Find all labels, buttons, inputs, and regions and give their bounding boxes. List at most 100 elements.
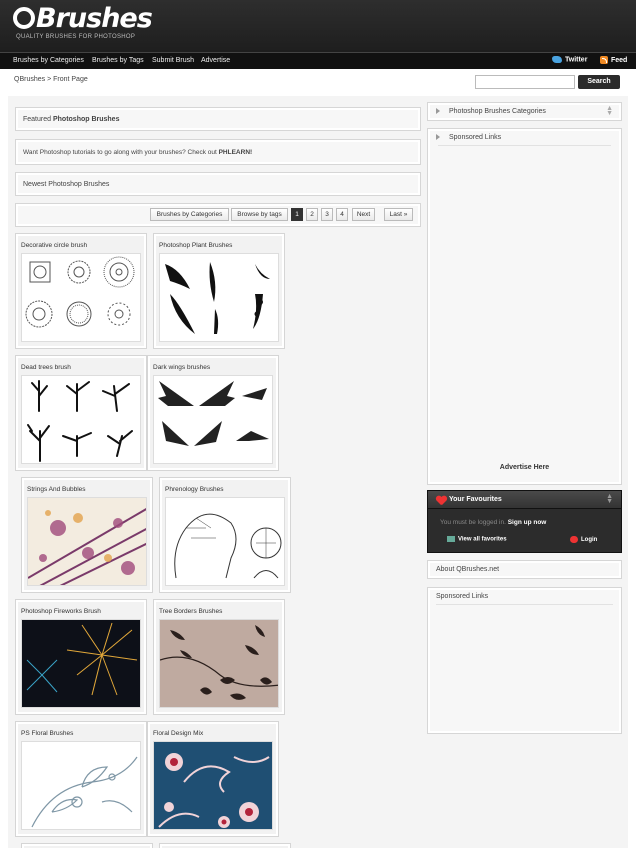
search-button[interactable]: Search [578,75,620,89]
logo-text: Brushes [36,3,153,34]
nav-brushes-by-tags[interactable]: Brushes by Tags [92,57,144,64]
categories-box[interactable]: Photoshop Brushes Categories ▲ ▼ [427,102,622,121]
view-all-favorites-link[interactable]: View all favorites [447,536,507,543]
brush-card[interactable]: Floral Design Mix [147,721,279,837]
brush-thumbnail[interactable] [159,253,279,342]
nav-advertise[interactable]: Advertise [201,57,230,64]
login-link[interactable]: Login [570,536,597,543]
floral-design-preview [154,742,272,829]
brush-card[interactable]: Dead trees brush [15,355,147,471]
brush-card[interactable]: Phrenology Brushes [159,477,291,593]
brush-card-title[interactable]: Strings And Bubbles [27,486,86,493]
dark-wings-preview [158,381,269,446]
brush-card[interactable]: Photoshop Fireworks Brush [15,599,147,715]
favourites-title: Your Favourites [449,496,502,503]
brush-card-title[interactable]: Decorative circle brush [21,242,87,249]
brush-card-title[interactable]: Dead trees brush [21,364,71,371]
page-1-button[interactable]: 1 [291,208,303,221]
nav-brushes-by-categories[interactable]: Brushes by Categories [13,57,84,64]
featured-prefix: Featured [23,116,53,123]
sort-arrows-icon: ▲ ▼ [606,105,613,117]
main-nav: Brushes by Categories Brushes by Tags Su… [0,52,636,69]
brush-card[interactable]: Photoshop Plant Brushes [153,233,285,349]
brush-thumbnail[interactable] [153,375,273,464]
circle-brush-preview [25,256,135,328]
sponsored-links-box: Sponsored Links Advertise Here [427,128,622,485]
brush-thumbnail[interactable] [27,497,147,586]
categories-header[interactable]: Photoshop Brushes Categories [436,108,546,115]
categories-label: Photoshop Brushes Categories [449,108,546,115]
feed-label: Feed [611,56,628,64]
brush-card[interactable]: Strings And Bubbles [21,477,153,593]
login-label: Login [581,537,598,544]
breadcrumb[interactable]: QBrushes > Front Page [14,76,88,83]
phlearn-link[interactable]: PHLEARN! [219,149,253,156]
promo-text: Want Photoshop tutorials to go along wit… [23,149,252,156]
brush-card-title[interactable]: Photoshop Plant Brushes [159,242,232,249]
brush-card-title[interactable]: PS Floral Brushes [21,730,73,737]
brush-card[interactable] [21,843,153,848]
sponsored-label: Sponsored Links [449,134,502,141]
brush-thumbnail[interactable] [21,253,141,342]
twitter-label: Twitter [565,56,588,64]
page-2-button[interactable]: 2 [306,208,318,221]
feed-link[interactable]: Feed [600,56,627,64]
brush-card-title[interactable]: Phrenology Brushes [165,486,224,493]
divider [436,604,613,605]
brush-card-title[interactable]: Floral Design Mix [153,730,203,737]
page-4-button[interactable]: 4 [336,208,348,221]
brush-thumbnail[interactable] [21,741,141,830]
brush-card-title[interactable]: Dark wings brushes [153,364,210,371]
twitter-icon [552,56,562,63]
page-3-button[interactable]: 3 [321,208,333,221]
brush-card-title[interactable]: Tree Borders Brushes [159,608,222,615]
login-required-text: You must be logged in. Sign up now [440,519,546,526]
brush-thumbnail[interactable] [21,375,141,464]
newest-title: Newest Photoshop Brushes [23,181,110,188]
login-required-label: You must be logged in. [440,519,506,526]
expand-arrow-icon [436,134,440,141]
sort-arrows-icon: ▲ ▼ [606,493,613,505]
divider [438,145,611,146]
last-page-button[interactable]: Last » [384,208,413,221]
brush-card[interactable]: PS Floral Brushes [15,721,147,837]
brush-thumbnail[interactable] [153,741,273,830]
promo-box: Want Photoshop tutorials to go along wit… [15,139,421,165]
nav-submit-brush[interactable]: Submit Brush [152,57,194,64]
featured-title: Featured Photoshop Brushes [23,116,119,123]
about-box[interactable]: About QBrushes.net [427,560,622,579]
folder-icon [447,536,455,542]
favourites-header: Your Favourites ▲ ▼ [428,491,621,509]
sign-up-link[interactable]: Sign up now [508,519,547,526]
heart-icon [436,496,446,505]
floral-brush-preview [31,756,138,828]
pager-browse-by-tags[interactable]: Browse by tags [231,208,288,221]
fireworks-preview [22,620,140,707]
advertise-here-link[interactable]: Advertise Here [428,464,621,471]
plant-brush-preview [165,262,270,334]
brush-card[interactable]: Dark wings brushes [147,355,279,471]
search-input[interactable] [475,75,575,89]
phrenology-preview [174,513,282,579]
brush-thumbnail[interactable] [159,619,279,708]
brush-card[interactable]: Decorative circle brush [15,233,147,349]
rss-feed-icon [600,56,608,64]
sponsored-links-box-2: Sponsored Links [427,587,622,734]
about-header[interactable]: About QBrushes.net [436,566,499,573]
favourites-box: Your Favourites ▲ ▼ You must be logged in… [427,490,622,553]
promo-sentence: Want Photoshop tutorials to go along wit… [23,149,219,156]
brush-card-title[interactable]: Photoshop Fireworks Brush [21,608,101,615]
brush-card[interactable] [159,843,291,848]
sponsored-header-2: Sponsored Links [436,593,489,600]
pager-brushes-by-categories[interactable]: Brushes by Categories [150,208,229,221]
featured-box: Featured Photoshop Brushes [15,107,421,131]
view-all-label: View all favorites [458,536,507,543]
next-page-button[interactable]: Next [352,208,375,221]
newest-box: Newest Photoshop Brushes [15,172,421,196]
brush-thumbnail[interactable] [165,497,285,586]
brush-card[interactable]: Tree Borders Brushes [153,599,285,715]
brush-thumbnail[interactable] [21,619,141,708]
site-tagline: QUALITY BRUSHES FOR PHOTOSHOP [16,34,136,40]
site-logo[interactable]: Brushes [13,3,153,34]
twitter-link[interactable]: Twitter [552,56,587,63]
